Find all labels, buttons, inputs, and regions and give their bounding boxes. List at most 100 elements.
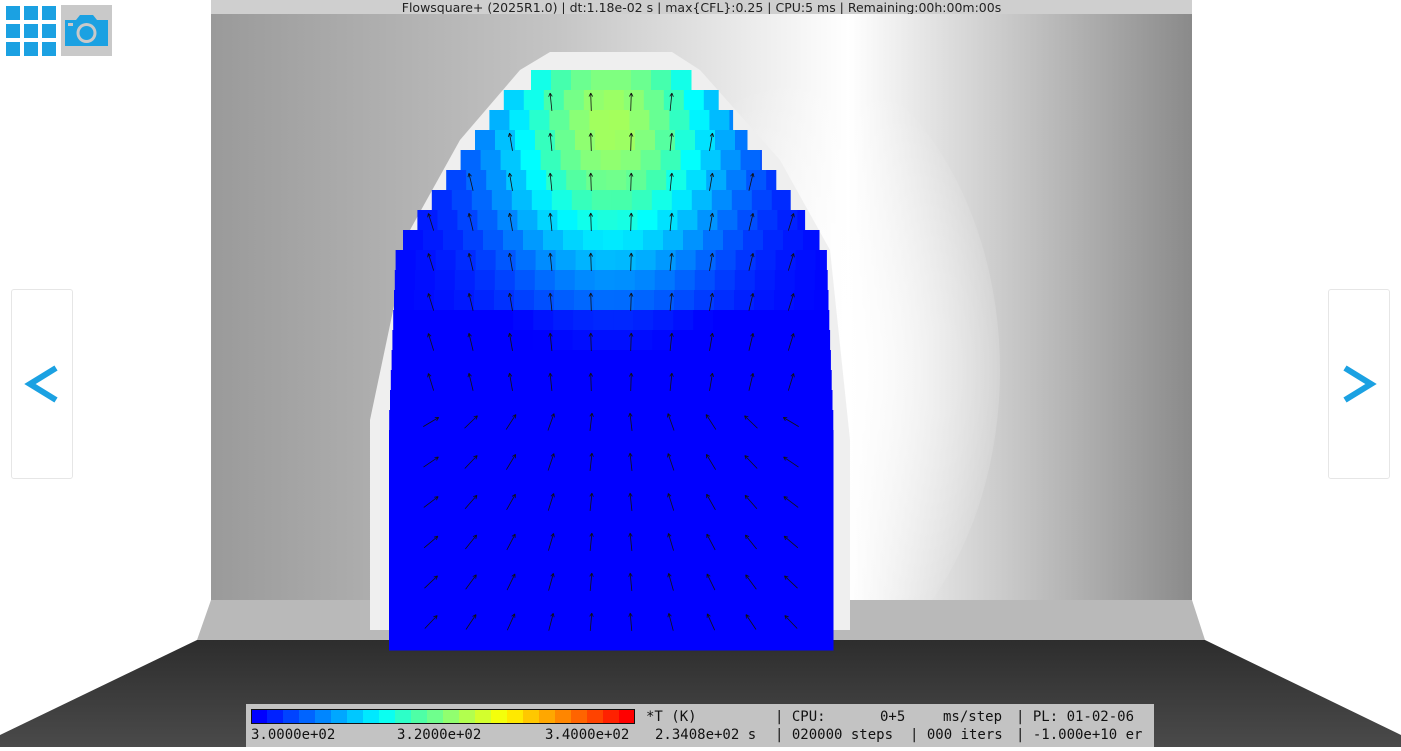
temperature-cell <box>511 190 533 211</box>
temperature-cell <box>489 550 510 571</box>
temperature-cell <box>777 210 798 231</box>
temperature-cell <box>809 530 830 551</box>
temperature-cell <box>735 130 748 151</box>
temperature-cell <box>449 470 470 491</box>
temperature-cell <box>594 270 616 291</box>
temperature-cell <box>597 210 618 231</box>
temperature-cell <box>726 170 747 191</box>
temperature-cell <box>729 530 750 551</box>
temperature-cell <box>717 210 738 231</box>
colorbar-segment <box>363 709 380 724</box>
temperature-cell <box>689 630 710 651</box>
temperature-cell <box>609 550 630 571</box>
temperature-cell <box>706 170 727 191</box>
temperature-cell <box>769 430 790 451</box>
temperature-cell <box>694 270 716 291</box>
temperature-cell <box>409 630 430 651</box>
temperature-cell <box>535 250 557 271</box>
time-label: 2.3408e+02 s <box>655 727 757 743</box>
temperature-cell <box>569 590 590 611</box>
temperature-cell <box>749 610 770 631</box>
temperature-cell <box>589 630 610 651</box>
temperature-cell <box>569 570 590 591</box>
temperature-cell <box>552 330 573 351</box>
colorbar-segment <box>555 709 572 724</box>
temperature-cell <box>689 530 710 551</box>
temperature-cell <box>729 630 750 651</box>
temperature-cell <box>750 390 771 411</box>
temperature-cell <box>703 90 719 111</box>
temperature-cell <box>475 250 497 271</box>
temperature-cell <box>629 410 650 431</box>
next-button[interactable]: > <box>1328 289 1390 479</box>
temperature-cell <box>651 350 673 371</box>
temperature-cell <box>709 110 730 131</box>
temperature-cell <box>729 410 750 431</box>
temperature-cell <box>509 630 530 651</box>
temperature-cell <box>529 470 550 491</box>
temperature-cell <box>749 490 770 511</box>
temperature-cell <box>709 630 730 651</box>
temperature-cell <box>769 610 790 631</box>
temperature-cell <box>449 590 470 611</box>
temperature-cell <box>494 290 515 311</box>
temperature-cell <box>771 350 793 371</box>
temperature-cell <box>830 370 832 391</box>
temperature-cell <box>773 310 794 331</box>
colorbar-segment <box>299 709 316 724</box>
temperature-cell <box>491 350 513 371</box>
temperature-cell <box>490 390 511 411</box>
temperature-cell <box>674 290 695 311</box>
temperature-cell <box>414 270 436 291</box>
temperature-cell <box>411 350 433 371</box>
colorbar-segment <box>267 709 284 724</box>
temperature-cell <box>509 430 530 451</box>
temperature-cell <box>574 270 596 291</box>
temperature-cell <box>391 350 413 371</box>
temperature-cell <box>389 510 410 531</box>
temperature-cell <box>590 370 612 391</box>
temperature-cell <box>611 350 633 371</box>
camera-button[interactable] <box>61 5 112 56</box>
temperature-cell <box>730 390 751 411</box>
temperature-cell <box>490 370 512 391</box>
temperature-cell <box>789 550 810 571</box>
temperature-cell <box>454 270 476 291</box>
temperature-cell <box>749 590 770 611</box>
temperature-cell <box>631 190 653 211</box>
temperature-cell <box>523 230 544 251</box>
temperature-cell <box>652 330 673 351</box>
temperature-cell <box>789 630 810 651</box>
temperature-cell <box>651 70 672 91</box>
previous-button[interactable]: < <box>11 289 73 479</box>
temperature-cell <box>650 390 671 411</box>
temperature-cell <box>429 610 450 631</box>
temperature-cell <box>669 430 690 451</box>
temperature-cell <box>830 390 833 411</box>
temperature-cell <box>452 330 473 351</box>
temperature-cell <box>715 250 737 271</box>
temperature-cell <box>509 110 530 131</box>
temperature-cell <box>763 230 784 251</box>
temperature-cell <box>809 610 830 631</box>
gallery-button[interactable] <box>5 5 57 57</box>
temperature-cell <box>470 370 492 391</box>
temperature-cell <box>770 390 791 411</box>
colorbar-segment <box>379 709 396 724</box>
temperature-cell <box>646 170 667 191</box>
temperature-cell <box>523 90 545 111</box>
temperature-cell <box>769 590 790 611</box>
temperature-cell <box>689 590 710 611</box>
temperature-cell <box>766 170 777 191</box>
temperature-cell <box>671 350 693 371</box>
temperature-cell <box>429 550 450 571</box>
temperature-cell <box>529 570 550 591</box>
temperature-cell <box>794 270 816 291</box>
temperature-cell <box>649 490 670 511</box>
temperature-cell <box>769 410 790 431</box>
temperature-cell <box>752 330 773 351</box>
temperature-cell <box>789 410 810 431</box>
colorbar-segment <box>283 709 300 724</box>
temperature-cell <box>595 130 616 151</box>
temperature-cell <box>510 390 531 411</box>
